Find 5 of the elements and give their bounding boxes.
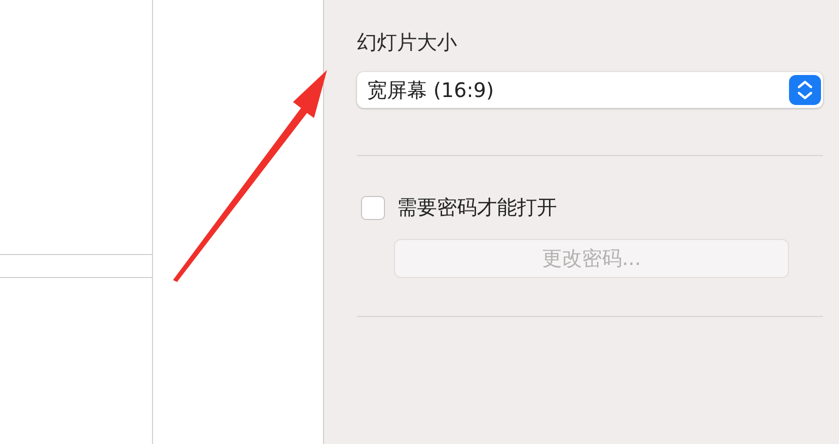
section-label: 幻灯片大小 [357,29,458,56]
stepper-icon [789,75,821,105]
slide-size-dropdown[interactable]: 宽屏幕 (16:9) [357,72,823,108]
password-checkbox[interactable] [361,196,385,220]
checkbox-label: 需要密码才能打开 [397,194,557,221]
